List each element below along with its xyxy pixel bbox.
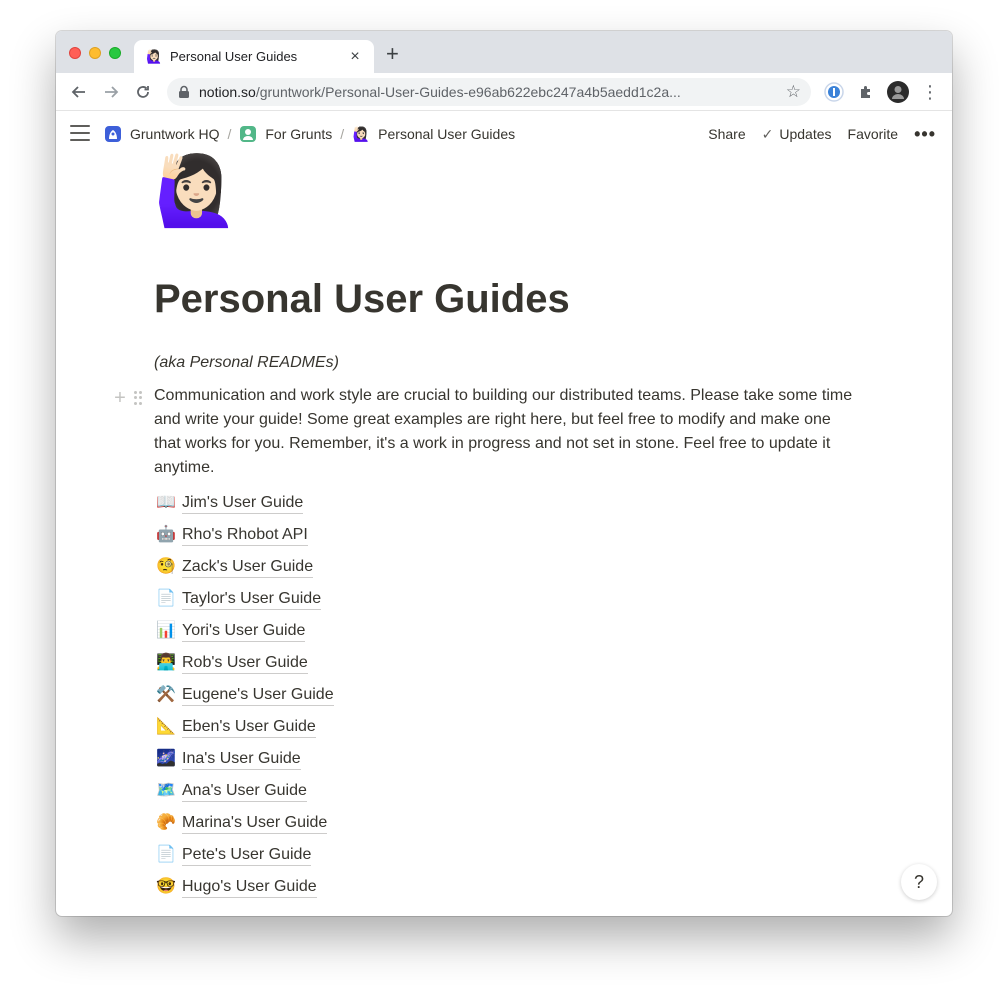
url-path: /gruntwork/Personal-User-Guides-e96ab622… — [255, 84, 681, 100]
guide-label: Jim's User Guide — [182, 493, 304, 514]
guide-label: Marina's User Guide — [182, 813, 328, 834]
raising-hand-icon: 🙋🏻‍♀️ — [352, 125, 370, 142]
croissant-icon: 🥐 — [156, 814, 176, 831]
extension-1password-icon[interactable] — [823, 81, 845, 103]
guide-link-zack[interactable]: 🧐 Zack's User Guide — [156, 551, 334, 583]
check-icon: ✓ — [761, 125, 774, 142]
page-title[interactable]: Personal User Guides — [154, 277, 570, 322]
notion-topbar: Gruntwork HQ / For Grunts / 🙋🏻‍♀️ Person… — [56, 112, 952, 156]
block-handle: + — [112, 388, 142, 408]
guide-link-ana[interactable]: 🗺️ Ana's User Guide — [156, 775, 334, 807]
breadcrumb-personal-user-guides[interactable]: 🙋🏻‍♀️ Personal User Guides — [352, 125, 515, 143]
extensions-puzzle-icon[interactable] — [855, 81, 877, 103]
robot-icon: 🤖 — [156, 526, 176, 543]
guide-label: Rho's Rhobot API — [182, 525, 308, 546]
more-options-icon[interactable]: ••• — [914, 125, 936, 143]
browser-tab[interactable]: 🙋🏻‍♀️ Personal User Guides × — [134, 40, 374, 73]
breadcrumb-label: Personal User Guides — [378, 126, 516, 142]
address-bar[interactable]: notion.so/gruntwork/Personal-User-Guides… — [167, 78, 811, 106]
guide-link-yori[interactable]: 📊 Yori's User Guide — [156, 615, 334, 647]
guide-label: Eugene's User Guide — [182, 685, 334, 706]
guide-link-pete[interactable]: 📄 Pete's User Guide — [156, 839, 334, 871]
guide-label: Ina's User Guide — [182, 749, 301, 770]
technologist-icon: 👨‍💻 — [156, 654, 176, 671]
breadcrumb-for-grunts[interactable]: For Grunts — [239, 125, 332, 143]
guide-label: Rob's User Guide — [182, 653, 308, 674]
close-window-button[interactable] — [69, 47, 81, 59]
guide-label: Yori's User Guide — [182, 621, 306, 642]
guide-link-hugo[interactable]: 🤓 Hugo's User Guide — [156, 871, 334, 903]
breadcrumb-separator: / — [227, 126, 232, 142]
updates-label: Updates — [779, 126, 832, 142]
world-map-icon: 🗺️ — [156, 782, 176, 799]
guide-link-eben[interactable]: 📐 Eben's User Guide — [156, 711, 334, 743]
guide-link-rob[interactable]: 👨‍💻 Rob's User Guide — [156, 647, 334, 679]
tab-favicon-icon: 🙋🏻‍♀️ — [146, 49, 163, 64]
browser-toolbar: notion.so/gruntwork/Personal-User-Guides… — [56, 73, 952, 111]
reload-button[interactable] — [132, 81, 154, 103]
guide-label: Hugo's User Guide — [182, 877, 317, 898]
forward-icon — [105, 86, 119, 98]
document-icon: 📄 — [156, 590, 176, 607]
url-text: notion.so/gruntwork/Personal-User-Guides… — [199, 84, 786, 100]
monocle-face-icon: 🧐 — [156, 558, 176, 575]
intro-paragraph[interactable]: Communication and work style are crucial… — [154, 384, 854, 480]
for-grunts-logo-icon — [239, 125, 257, 143]
hamburger-menu-icon[interactable] — [70, 125, 90, 143]
tab-title: Personal User Guides — [170, 49, 298, 64]
triangular-ruler-icon: 📐 — [156, 718, 176, 735]
page-subtitle[interactable]: (aka Personal READMEs) — [154, 354, 339, 372]
bar-chart-icon: 📊 — [156, 622, 176, 639]
drag-handle-icon[interactable] — [134, 391, 142, 405]
breadcrumb-label: For Grunts — [265, 126, 333, 142]
document-icon: 📄 — [156, 846, 176, 863]
guide-link-ina[interactable]: 🌌 Ina's User Guide — [156, 743, 334, 775]
guide-link-rho[interactable]: 🤖 Rho's Rhobot API — [156, 519, 334, 551]
breadcrumb-gruntwork-hq[interactable]: Gruntwork HQ — [104, 125, 219, 143]
browser-menu-icon[interactable]: ⋮ — [919, 81, 941, 103]
profile-avatar[interactable] — [887, 81, 909, 103]
add-block-icon[interactable]: + — [112, 388, 128, 408]
guide-link-marina[interactable]: 🥐 Marina's User Guide — [156, 807, 334, 839]
forward-button[interactable] — [100, 81, 122, 103]
share-button[interactable]: Share — [708, 126, 745, 142]
gruntwork-logo-icon — [104, 125, 122, 143]
bookmark-star-icon[interactable]: ☆ — [786, 82, 801, 102]
galaxy-icon: 🌌 — [156, 750, 176, 767]
open-book-icon: 📖 — [156, 494, 176, 511]
guide-link-taylor[interactable]: 📄 Taylor's User Guide — [156, 583, 334, 615]
browser-window: 🙋🏻‍♀️ Personal User Guides × + notion.so… — [56, 31, 952, 916]
updates-button[interactable]: ✓ Updates — [762, 126, 832, 143]
back-icon — [71, 86, 85, 98]
guide-link-jim[interactable]: 📖 Jim's User Guide — [156, 487, 334, 519]
guide-label: Ana's User Guide — [182, 781, 307, 802]
new-tab-button[interactable]: + — [386, 43, 399, 65]
guide-label: Taylor's User Guide — [182, 589, 322, 610]
favorite-button[interactable]: Favorite — [848, 126, 899, 142]
breadcrumb-label: Gruntwork HQ — [130, 126, 220, 142]
breadcrumb-separator: / — [340, 126, 345, 142]
nerd-face-icon: 🤓 — [156, 878, 176, 895]
back-button[interactable] — [68, 81, 90, 103]
maximize-window-button[interactable] — [109, 47, 121, 59]
guide-link-eugene[interactable]: ⚒️ Eugene's User Guide — [156, 679, 334, 711]
breadcrumb: Gruntwork HQ / For Grunts / 🙋🏻‍♀️ Person… — [104, 125, 515, 143]
hammer-and-pick-icon: ⚒️ — [156, 686, 176, 703]
page-actions: Share ✓ Updates Favorite ••• — [692, 125, 936, 143]
guide-label: Eben's User Guide — [182, 717, 316, 738]
url-domain: notion.so — [199, 84, 256, 100]
guide-label: Pete's User Guide — [182, 845, 312, 866]
reload-icon — [137, 86, 149, 98]
tab-close-icon[interactable]: × — [346, 48, 364, 66]
guide-list: 📖 Jim's User Guide 🤖 Rho's Rhobot API 🧐 Zac… — [156, 487, 334, 903]
help-button[interactable]: ? — [901, 864, 937, 900]
guide-label: Zack's User Guide — [182, 557, 314, 578]
minimize-window-button[interactable] — [89, 47, 101, 59]
page-emoji-icon[interactable]: 🙋🏻‍♀️ — [154, 157, 239, 225]
tab-strip: 🙋🏻‍♀️ Personal User Guides × + — [56, 31, 952, 73]
lock-icon — [177, 85, 191, 99]
